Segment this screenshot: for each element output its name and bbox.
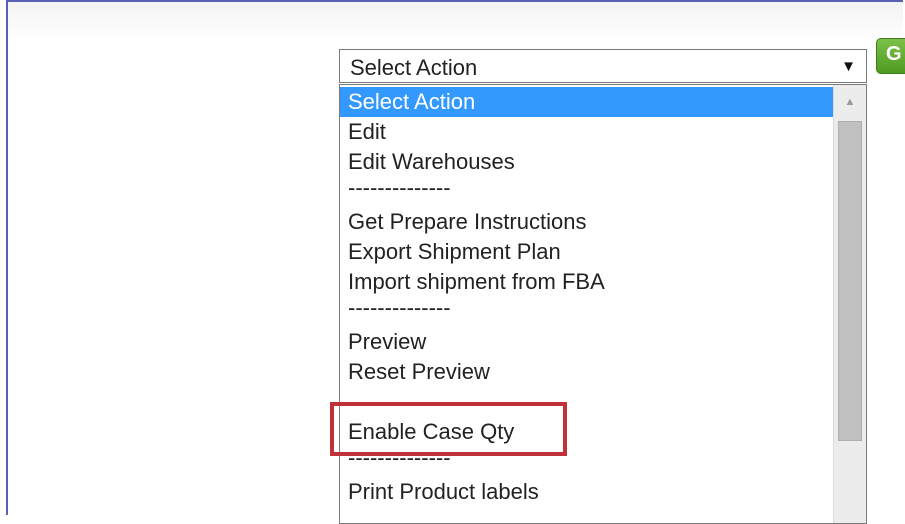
- scrollbar-thumb[interactable]: [838, 121, 862, 441]
- scroll-up-icon[interactable]: ▲: [834, 85, 866, 119]
- option-select-action[interactable]: Select Action: [340, 87, 833, 117]
- action-dropdown-list: Select Action Edit Edit Warehouses -----…: [339, 84, 867, 524]
- option-separator[interactable]: --------------: [340, 293, 833, 323]
- dropdown-scrollbar[interactable]: ▲: [833, 85, 866, 523]
- option-export-shipment-plan[interactable]: Export Shipment Plan: [340, 237, 833, 267]
- option-print-product-labels[interactable]: Print Product labels: [340, 477, 833, 507]
- go-button[interactable]: G: [876, 38, 905, 74]
- option-get-prepare-instructions[interactable]: Get Prepare Instructions: [340, 207, 833, 237]
- chevron-down-icon[interactable]: ▼: [841, 58, 856, 75]
- option-reset-preview[interactable]: Reset Preview: [340, 357, 833, 387]
- annotation-highlight-box: [330, 402, 567, 456]
- option-separator[interactable]: --------------: [340, 173, 833, 203]
- action-select[interactable]: Select Action ▼: [339, 49, 867, 83]
- option-edit[interactable]: Edit: [340, 117, 833, 147]
- action-select-value: Select Action: [350, 55, 478, 80]
- option-preview[interactable]: Preview: [340, 327, 833, 357]
